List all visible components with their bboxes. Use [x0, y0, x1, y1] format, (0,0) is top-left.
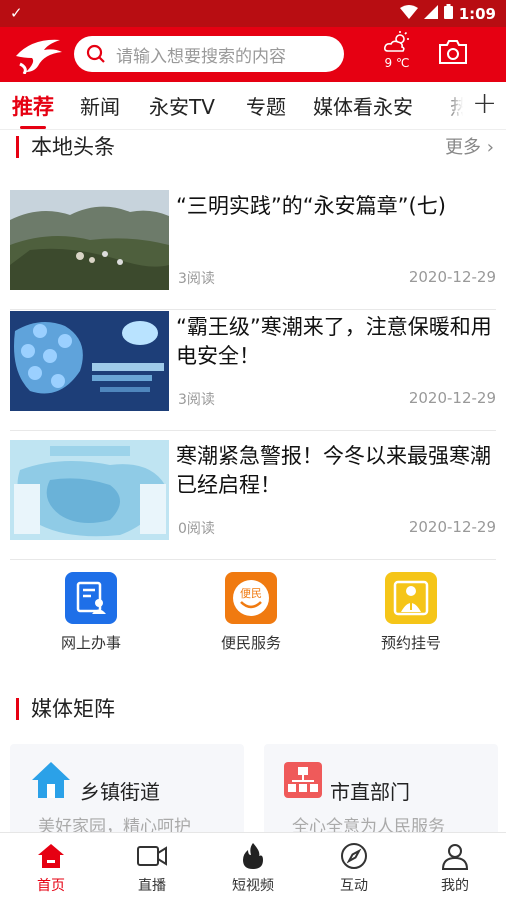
tab-topics[interactable]: 专题	[246, 91, 286, 120]
news-thumbnail	[10, 190, 169, 290]
service-shortcuts: 网上办事 便民 便民服务 预约挂号	[0, 560, 506, 660]
nav-label: 首页	[37, 878, 65, 894]
doctor-icon	[385, 572, 437, 624]
house-icon	[30, 760, 72, 804]
tab-yongan-tv[interactable]: 永安TV	[149, 91, 215, 120]
clock: 1:09	[458, 4, 496, 23]
document-user-icon	[65, 572, 117, 624]
towns-streets-card[interactable]: 乡镇街道 美好家园，精心呵护	[10, 744, 244, 844]
card-title: 乡镇街道	[80, 780, 160, 804]
card-title: 市直部门	[330, 780, 410, 804]
news-item[interactable]: “三明实践”的“永安篇章”(七) 3阅读 2020-12-29	[10, 190, 496, 310]
news-date: 2020-12-29	[408, 389, 496, 407]
read-count: 3阅读	[178, 392, 215, 408]
app-header: 请输入想要搜索的内容 9 ℃	[0, 27, 506, 82]
news-thumbnail	[10, 311, 169, 411]
news-thumbnail	[10, 440, 169, 540]
tab-media-view[interactable]: 媒体看永安	[313, 91, 413, 120]
tab-news[interactable]: 新闻	[80, 91, 120, 120]
nav-mine[interactable]: 我的	[415, 841, 495, 895]
section-title-local: 本地头条	[16, 136, 115, 158]
compass-icon	[314, 841, 394, 871]
section-title-media: 媒体矩阵	[16, 698, 115, 720]
service-label: 预约挂号	[380, 634, 441, 652]
service-label: 便民服务	[220, 634, 281, 652]
weather-temp: 9 ℃	[384, 56, 410, 70]
nav-label: 互动	[340, 878, 368, 894]
news-title: “霸王级”寒潮来了，注意保暖和用电安全！	[176, 315, 492, 368]
news-title: 寒潮紧急警报！今冬以来最强寒潮已经启程！	[176, 444, 491, 497]
news-date: 2020-12-29	[408, 518, 496, 536]
app-logo[interactable]	[14, 36, 64, 78]
search-input[interactable]: 请输入想要搜索的内容	[74, 36, 344, 72]
org-chart-icon	[284, 762, 322, 802]
camera-icon	[439, 40, 467, 64]
read-count: 3阅读	[178, 271, 215, 287]
search-placeholder: 请输入想要搜索的内容	[116, 46, 286, 67]
nav-short-video[interactable]: 短视频	[213, 841, 293, 895]
appointment-button[interactable]: 预约挂号	[351, 572, 471, 653]
news-date: 2020-12-29	[408, 268, 496, 286]
nav-live[interactable]: 直播	[112, 841, 192, 895]
news-item[interactable]: “霸王级”寒潮来了，注意保暖和用电安全！ 3阅读 2020-12-29	[10, 311, 496, 431]
signal-icon	[423, 4, 438, 23]
video-camera-icon	[112, 841, 192, 871]
check-icon: ✓	[10, 4, 23, 22]
camera-button[interactable]	[438, 39, 468, 69]
wifi-icon	[399, 4, 418, 23]
service-label: 网上办事	[60, 634, 121, 652]
news-title: “三明实践”的“永安篇章”(七)	[176, 194, 446, 218]
read-count: 0阅读	[178, 521, 215, 537]
category-tabs: 推荐 新闻 永安TV 专题 媒体看永安 热 +	[0, 82, 506, 130]
bottom-navigation: 首页 直播 短视频 互动 我的	[0, 832, 506, 900]
add-tab-icon[interactable]: +	[472, 86, 497, 121]
nav-label: 直播	[138, 878, 166, 894]
battery-icon	[443, 4, 453, 23]
more-link[interactable]: 更多 ›	[445, 133, 494, 159]
news-item[interactable]: 寒潮紧急警报！今冬以来最强寒潮已经启程！ 0阅读 2020-12-29	[10, 440, 496, 560]
municipal-departments-card[interactable]: 市直部门 全心全意为人民服务	[264, 744, 498, 844]
active-tab-indicator	[20, 126, 46, 129]
smile-badge-icon: 便民	[225, 572, 277, 624]
nav-label: 我的	[441, 878, 469, 894]
home-icon	[11, 841, 91, 871]
user-icon	[415, 841, 495, 871]
convenience-service-button[interactable]: 便民 便民服务	[191, 572, 311, 653]
nav-interact[interactable]: 互动	[314, 841, 394, 895]
cloudy-sun-icon	[384, 31, 409, 52]
status-bar: ✓ 1:09	[0, 0, 506, 27]
search-icon	[86, 44, 105, 63]
flame-icon	[213, 841, 293, 871]
more-label: 更多	[445, 137, 482, 158]
svg-text:便民: 便民	[240, 587, 262, 600]
nav-home[interactable]: 首页	[11, 841, 91, 895]
chevron-right-icon: ›	[486, 137, 494, 158]
nav-label: 短视频	[232, 878, 274, 894]
online-affairs-button[interactable]: 网上办事	[31, 572, 151, 653]
tab-recommend[interactable]: 推荐	[12, 91, 54, 121]
weather-widget[interactable]: 9 ℃	[378, 31, 416, 70]
